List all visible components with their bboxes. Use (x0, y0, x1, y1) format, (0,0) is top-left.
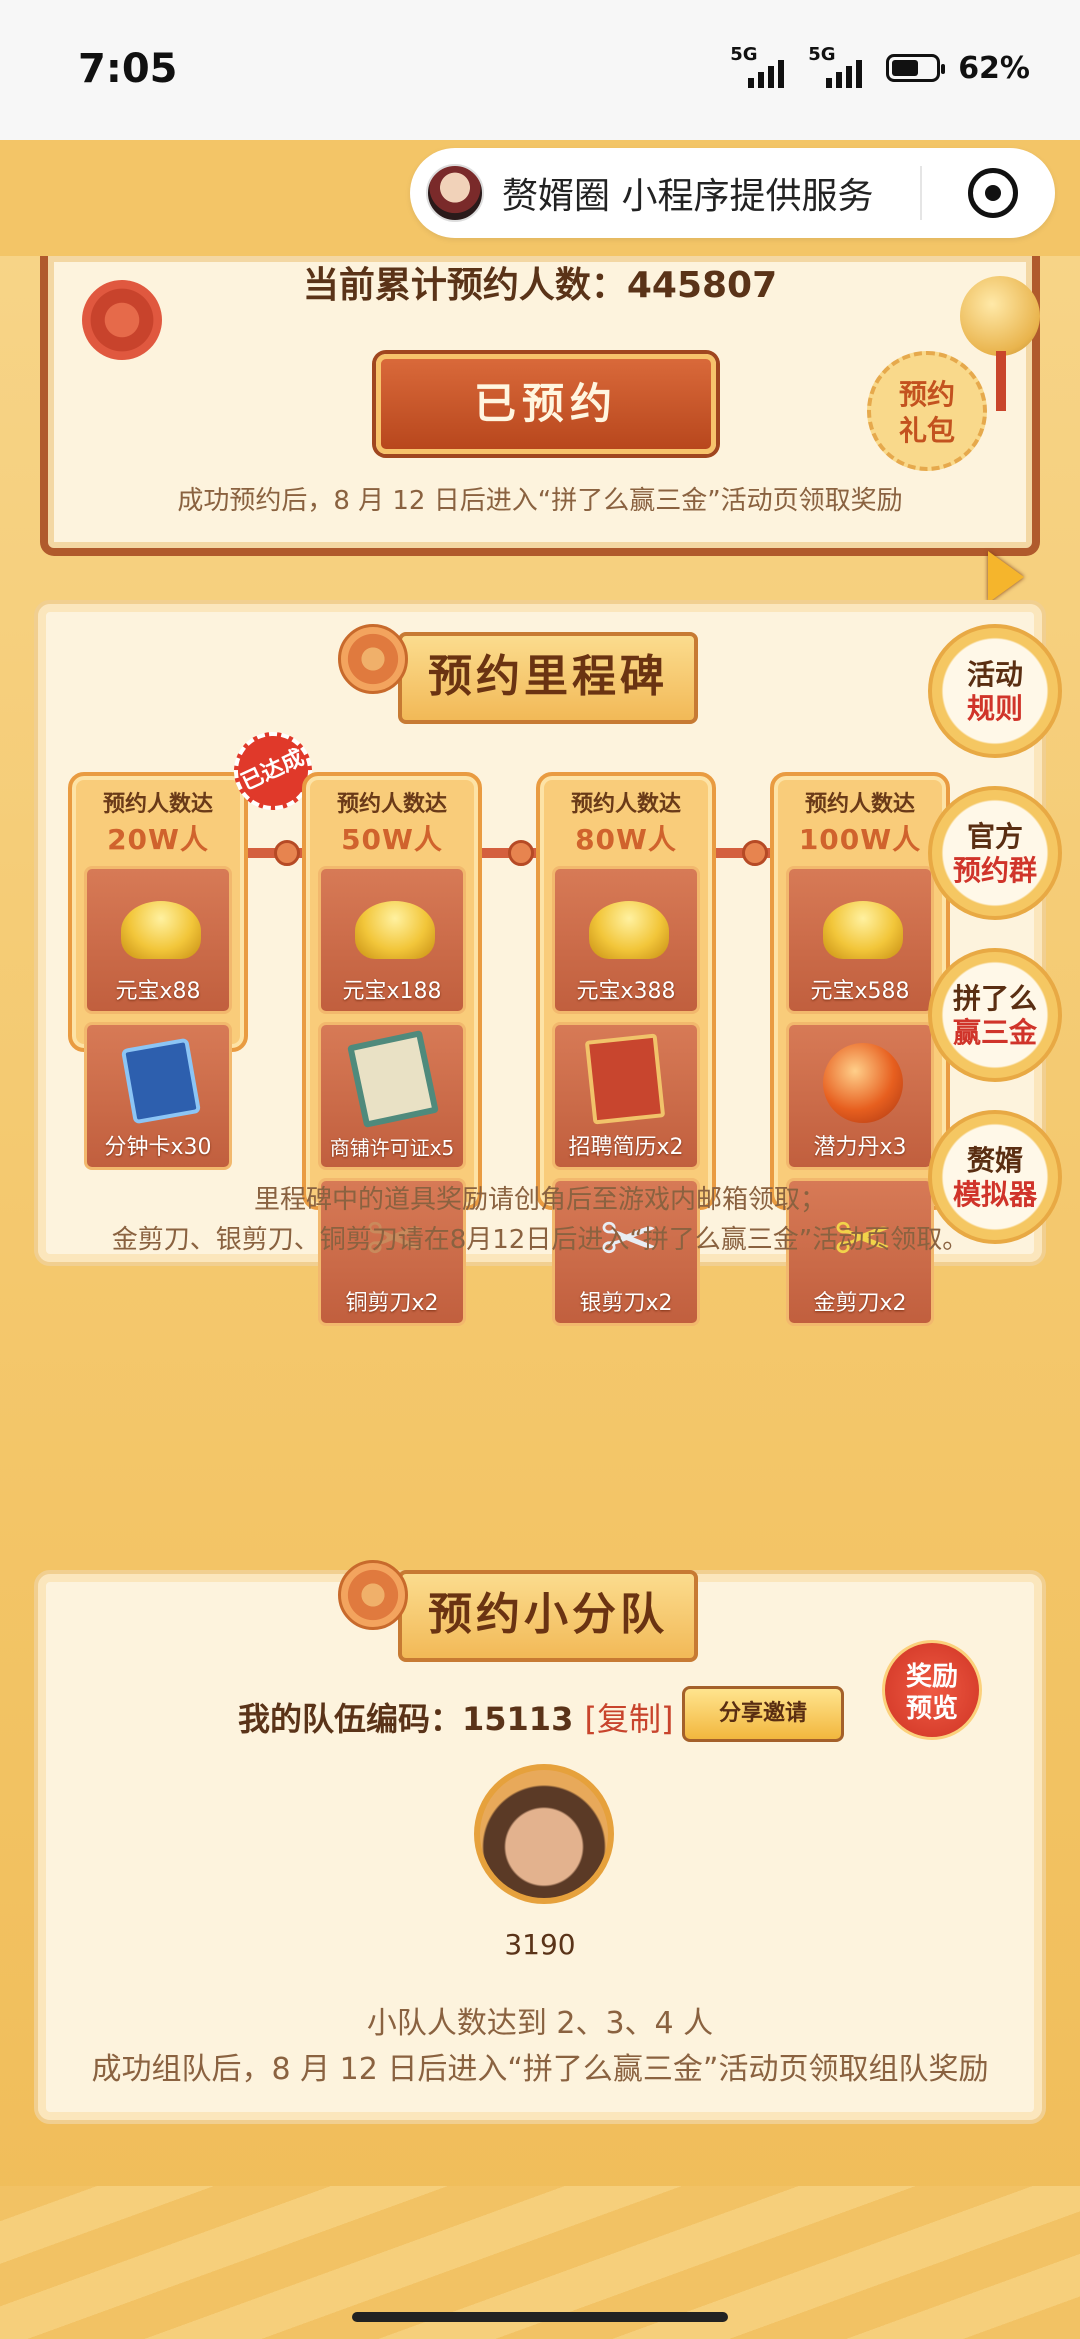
reward-item[interactable]: 招聘简历x2 (552, 1022, 700, 1170)
reward-label: 元宝x388 (576, 979, 676, 1004)
reward-item[interactable]: 元宝x388 (552, 866, 700, 1014)
hourglass-card-icon (120, 1037, 202, 1125)
reward-label: 元宝x588 (810, 979, 910, 1004)
milestone-condition: 预约人数达 (804, 792, 915, 817)
reward-label: 元宝x88 (115, 979, 201, 1004)
milestone-column-80w: 预约人数达 80W人 元宝x388 招聘简历x2 ✂ 银剪刀x2 (536, 772, 716, 1326)
gift-badge-line2: 礼包 (898, 414, 955, 447)
float-btn-line1: 活动 (966, 658, 1023, 691)
milestone-target: 50W人 (341, 823, 443, 856)
activity-rules-button[interactable]: 活动 规则 (928, 624, 1062, 758)
connector-node (508, 840, 534, 866)
rose-icon (338, 624, 408, 694)
milestone-target: 100W人 (798, 823, 922, 856)
reward-label: 铜剪刀x2 (345, 1291, 439, 1316)
member-id: 3190 (504, 1928, 576, 1961)
milestone-column-100w: 预约人数达 100W人 元宝x588 潜力丹x3 ✂ 金剪刀x2 (770, 772, 950, 1326)
rose-icon (338, 1560, 408, 1630)
reward-item[interactable]: 潜力丹x3 (786, 1022, 934, 1170)
milestone-card: 预约里程碑 预约人数达 20W人 元宝x88 分钟卡x30 已达成 预约人数达 … (34, 600, 1046, 1326)
lantern-tassel (996, 351, 1006, 411)
activity-page: 当前累计预约人数：445807 已预约 预约 礼包 成功预约后，8 月 12 日… (0, 256, 1080, 2339)
signal-icon: 5G (730, 44, 790, 88)
reward-label: 银剪刀x2 (579, 1291, 673, 1316)
reward-label: 商铺许可证x5 (329, 1136, 455, 1160)
milestone-note-line2: 金剪刀、银剪刀、铜剪刀请在8月12日后进入“拼了么赢三金”活动页领取。 (111, 1225, 969, 1255)
gold-ingot-icon (355, 901, 435, 959)
reward-item[interactable]: 商铺许可证x5 (318, 1022, 466, 1170)
team-code: 我的队伍编码：15113 [复制] (238, 1694, 673, 1740)
float-btn-line2: 规则 (966, 692, 1023, 725)
reservation-note: 成功预约后，8 月 12 日后进入“拼了么赢三金”活动页领取奖励 (177, 486, 903, 516)
float-btn-line1: 拼了么 (952, 982, 1037, 1015)
shop-license-icon (347, 1030, 439, 1128)
reward-label: 招聘简历x2 (568, 1135, 684, 1160)
reward-line2: 预览 (905, 1694, 958, 1724)
milestone-condition: 预约人数达 (336, 792, 447, 817)
reward-preview-button[interactable]: 奖励 预览 (882, 1640, 982, 1740)
battery-percent: 62% (958, 50, 1030, 86)
milestone-condition: 预约人数达 (570, 792, 681, 817)
float-btn-line1: 赘婿 (966, 1144, 1023, 1177)
team-card: 预约小分队 我的队伍编码：15113 [复制] 分享邀请 奖励 预览 3190 … (34, 1560, 1046, 2124)
float-btn-line1: 官方 (966, 820, 1023, 853)
float-btn-line2: 赢三金 (952, 1016, 1037, 1049)
rose-decoration-icon (82, 280, 162, 360)
milestone-target: 20W人 (107, 823, 209, 856)
potential-pill-icon (823, 1043, 903, 1123)
reserved-button[interactable]: 已预约 (376, 354, 716, 454)
win-three-gold-button[interactable]: 拼了么 赢三金 (928, 948, 1062, 1082)
reservation-count: 当前累计预约人数：445807 (302, 265, 778, 306)
status-time: 7:05 (78, 46, 178, 92)
mini-program-label: 赘婿圈 小程序提供服务 (502, 176, 874, 217)
milestone-target: 80W人 (575, 823, 677, 856)
milestone-column-20w: 预约人数达 20W人 元宝x88 分钟卡x30 (68, 772, 248, 1170)
reward-item[interactable]: 元宝x88 (84, 866, 232, 1014)
signal-icon: 5G (808, 44, 868, 88)
reservation-gift-badge[interactable]: 预约 礼包 (867, 351, 987, 471)
float-btn-line2: 模拟器 (952, 1178, 1037, 1211)
gold-ingot-icon (589, 901, 669, 959)
connector-node (742, 840, 768, 866)
mini-program-bar[interactable]: 赘婿圈 小程序提供服务 (410, 148, 1055, 238)
gift-badge-line1: 预约 (898, 378, 955, 411)
battery-icon (886, 54, 946, 82)
reward-item[interactable]: 元宝x188 (318, 866, 466, 1014)
milestone-column-50w: 预约人数达 50W人 元宝x188 商铺许可证x5 ✂ 铜剪刀x2 (302, 772, 482, 1326)
divider (920, 166, 922, 220)
reward-item[interactable]: 分钟卡x30 (84, 1022, 232, 1170)
arrow-right-icon[interactable] (988, 551, 1024, 603)
milestone-condition: 预约人数达 (102, 792, 213, 817)
status-bar: 7:05 5G 5G 62% (0, 0, 1080, 140)
resume-icon (584, 1033, 666, 1125)
reservation-card: 当前累计预约人数：445807 已预约 预约 礼包 成功预约后，8 月 12 日… (40, 256, 1040, 556)
member-avatar[interactable] (474, 1764, 614, 1904)
gold-ingot-icon (121, 901, 201, 959)
milestone-title: 预约里程碑 (352, 632, 744, 724)
reward-label: 元宝x188 (342, 979, 442, 1004)
copy-link[interactable]: [复制] (584, 1700, 673, 1738)
status-icons: 5G 5G 62% (730, 44, 1030, 88)
share-invite-button[interactable]: 分享邀请 (682, 1686, 844, 1742)
reward-label: 分钟卡x30 (104, 1135, 212, 1160)
milestone-note: 里程碑中的道具奖励请创角后至游戏内邮箱领取； 金剪刀、银剪刀、铜剪刀请在8月12… (38, 1180, 1042, 1260)
simulator-button[interactable]: 赘婿 模拟器 (928, 1110, 1062, 1244)
reward-line1: 奖励 (905, 1662, 958, 1692)
milestone-note-line1: 里程碑中的道具奖励请创角后至游戏内邮箱领取； (253, 1185, 826, 1215)
reward-item[interactable]: 元宝x588 (786, 866, 934, 1014)
team-note-line1: 小队人数达到 2、3、4 人 (366, 2006, 714, 2041)
close-target-icon[interactable] (968, 168, 1018, 218)
connector-node (274, 840, 300, 866)
team-title: 预约小分队 (352, 1570, 744, 1662)
official-group-button[interactable]: 官方 预约群 (928, 786, 1062, 920)
lantern-decoration-icon (960, 276, 1040, 356)
reward-label: 潜力丹x3 (813, 1135, 907, 1160)
team-note-line2: 成功组队后，8 月 12 日后进入“拼了么赢三金”活动页领取组队奖励 (91, 2052, 989, 2087)
home-indicator[interactable] (352, 2312, 728, 2322)
reward-label: 金剪刀x2 (813, 1291, 907, 1316)
team-code-label: 我的队伍编码：15113 (238, 1700, 574, 1738)
float-btn-line2: 预约群 (952, 854, 1037, 887)
mini-program-avatar (426, 164, 484, 222)
gold-ingot-icon (823, 901, 903, 959)
